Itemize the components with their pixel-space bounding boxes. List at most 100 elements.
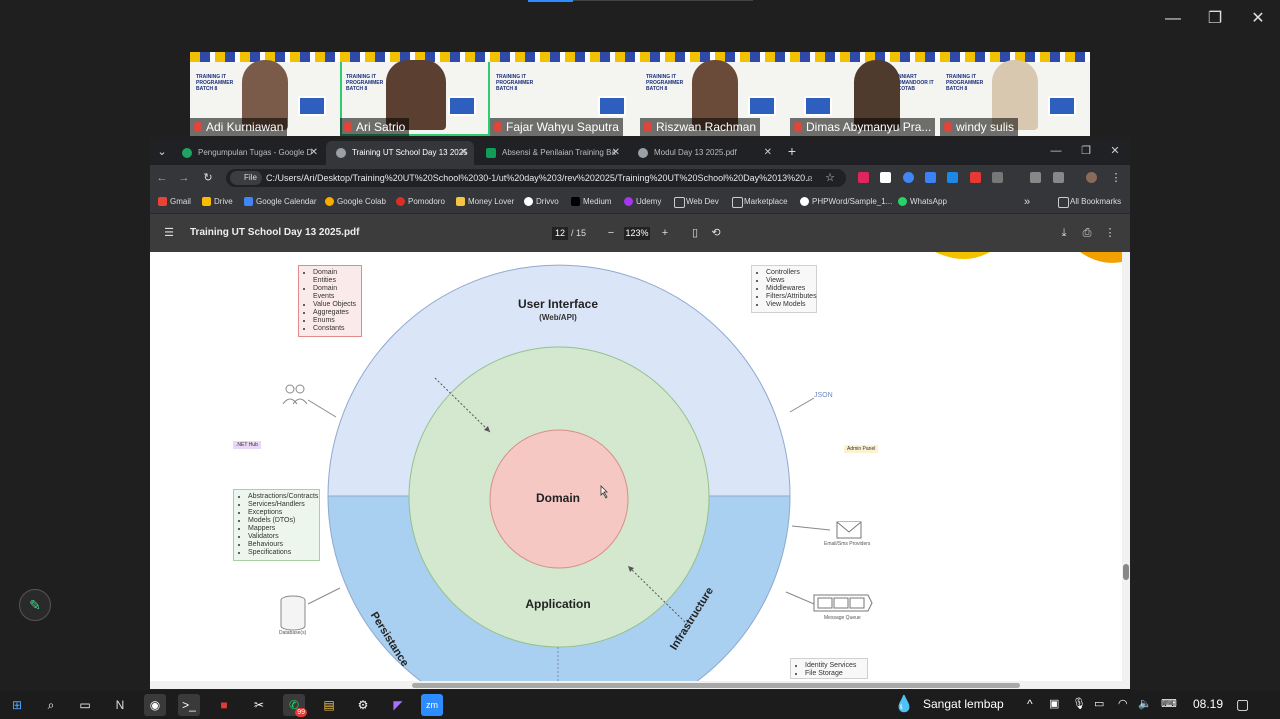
address-bar[interactable]: File C:/Users/Ari/Desktop/Training%20UT%… bbox=[226, 169, 846, 187]
database-label: Database(s) bbox=[279, 630, 307, 636]
participant-tile[interactable]: ONNIART KOMANDOOR IT BKOTAB Dimas Abyman… bbox=[790, 52, 940, 136]
bookmark-drive[interactable]: Drive bbox=[202, 191, 233, 213]
scroll-thumb[interactable] bbox=[1123, 564, 1129, 580]
tile-banner-text: ONNIART KOMANDOOR IT BKOTAB bbox=[894, 74, 934, 92]
sidebar-menu-icon[interactable]: ☰ bbox=[162, 226, 176, 240]
tab-modul-pdf[interactable]: Modul Day 13 2025.pdf ✕ bbox=[628, 141, 778, 165]
camera-icon[interactable]: ▣ bbox=[1049, 690, 1059, 719]
bookmark-medium[interactable]: Medium bbox=[571, 191, 611, 213]
rotate-icon[interactable]: ⟲ bbox=[709, 226, 723, 240]
settings-gear-icon[interactable]: ⚙ bbox=[352, 694, 374, 716]
forward-icon[interactable]: → bbox=[176, 170, 192, 186]
close-button[interactable]: ✕ bbox=[1243, 8, 1273, 30]
profile-avatar[interactable] bbox=[1086, 172, 1097, 183]
bookmark-google-calendar[interactable]: Google Calendar bbox=[244, 191, 316, 213]
zoom-magnifier-icon[interactable]: ⌕ bbox=[802, 170, 818, 186]
task-view-icon[interactable]: ▭ bbox=[74, 694, 96, 716]
windows-start-icon[interactable]: ⊞ bbox=[6, 694, 28, 716]
scroll-thumb[interactable] bbox=[412, 683, 1020, 688]
bookmarks-overflow-icon[interactable]: » bbox=[1024, 191, 1030, 213]
capcut-icon[interactable]: ✂ bbox=[248, 694, 270, 716]
side-panel-icon[interactable] bbox=[1053, 172, 1064, 183]
wifi-icon[interactable]: ◠ bbox=[1118, 690, 1128, 719]
tab-training-pdf[interactable]: Training UT School Day 13 2025 ✕ bbox=[326, 141, 474, 165]
close-tab-icon[interactable]: ✕ bbox=[310, 141, 318, 165]
translate-icon[interactable] bbox=[925, 172, 936, 183]
close-tab-icon[interactable]: ✕ bbox=[612, 141, 620, 165]
reload-icon[interactable]: ↻ bbox=[200, 170, 216, 186]
extension-icon[interactable] bbox=[880, 172, 891, 183]
bookmark-udemy[interactable]: Udemy bbox=[624, 191, 661, 213]
extension-icon[interactable] bbox=[947, 172, 958, 183]
page-number-input[interactable]: 12 bbox=[552, 227, 568, 240]
new-tab-button[interactable]: + bbox=[784, 143, 800, 159]
fit-page-icon[interactable]: ▯ bbox=[688, 226, 702, 240]
database-icon bbox=[280, 595, 306, 631]
terminal-icon[interactable]: >_ bbox=[178, 694, 200, 716]
participant-tile[interactable]: TRAINING IT PROGRAMMER BATCH 8 windy sul… bbox=[940, 52, 1090, 136]
visual-studio-icon[interactable]: ◤ bbox=[387, 694, 409, 716]
bookmark-folder-marketplace[interactable]: Marketplace bbox=[732, 191, 788, 213]
zoom-out-button[interactable]: − bbox=[604, 226, 618, 240]
weather-icon[interactable]: 💧 bbox=[894, 690, 914, 719]
bookmark-whatsapp[interactable]: WhatsApp bbox=[898, 191, 947, 213]
zoom-in-button[interactable]: + bbox=[658, 226, 672, 240]
pdf-page-canvas[interactable]: User Interface (Web/API) Domain Applicat… bbox=[150, 252, 1130, 689]
zoom-taskbar-icon[interactable]: zm bbox=[421, 694, 443, 716]
bookmark-google-colab[interactable]: Google Colab bbox=[325, 191, 386, 213]
close-tab-icon[interactable]: ✕ bbox=[764, 141, 772, 165]
pocket-icon[interactable] bbox=[858, 172, 869, 183]
bookmark-star-icon[interactable]: ☆ bbox=[822, 170, 838, 186]
site-info-chip[interactable]: File bbox=[230, 171, 262, 185]
participant-tile[interactable]: TRAINING IT PROGRAMMER BATCH 8 Fajar Wah… bbox=[490, 52, 640, 136]
notification-center-icon[interactable]: ▢ bbox=[1236, 690, 1249, 719]
restore-button[interactable]: ❐ bbox=[1200, 8, 1230, 30]
bookmark-gmail[interactable]: Gmail bbox=[158, 191, 191, 213]
all-bookmarks-button[interactable]: All Bookmarks bbox=[1058, 191, 1121, 213]
vertical-scrollbar[interactable] bbox=[1122, 252, 1130, 689]
bookmark-folder-web-dev[interactable]: Web Dev bbox=[674, 191, 719, 213]
clock-time[interactable]: 08.19 bbox=[1193, 690, 1223, 719]
browser-close-button[interactable]: ✕ bbox=[1107, 143, 1123, 159]
extension-icon[interactable] bbox=[970, 172, 981, 183]
bookmark-pomodoro[interactable]: Pomodoro bbox=[396, 191, 445, 213]
search-icon[interactable]: ⌕ bbox=[40, 694, 62, 716]
notion-icon[interactable]: N bbox=[109, 694, 131, 716]
download-icon[interactable]: ⤓ bbox=[1057, 226, 1071, 240]
tray-overflow-icon[interactable]: ^ bbox=[1027, 690, 1033, 719]
note-item: Value Objects bbox=[313, 301, 357, 309]
participant-tile-active-speaker[interactable]: TRAINING IT PROGRAMMER BATCH 8 Ari Satri… bbox=[340, 52, 490, 136]
puzzle-icon[interactable] bbox=[992, 172, 1003, 183]
tab-absensi[interactable]: Absensi & Penilaian Training Ba ✕ bbox=[476, 141, 626, 165]
menu-dots-icon[interactable]: ⋮ bbox=[1108, 170, 1124, 186]
zoom-level-input[interactable]: 123% bbox=[624, 227, 650, 240]
whatsapp-taskbar-icon[interactable]: ✆ 99 bbox=[283, 694, 307, 717]
more-options-icon[interactable]: ⋮ bbox=[1103, 226, 1117, 240]
horizontal-scrollbar[interactable] bbox=[150, 681, 1122, 689]
keyboard-icon[interactable]: ⌨ bbox=[1161, 690, 1177, 719]
tab-pengumpulan-tugas[interactable]: Pengumpulan Tugas - Google D ✕ bbox=[172, 141, 324, 165]
back-icon[interactable]: ← bbox=[154, 170, 170, 186]
tab-search-icon[interactable]: ⌄ bbox=[154, 144, 170, 160]
bookmark-phpword[interactable]: PHPWord/Sample_1... bbox=[800, 191, 892, 213]
obs-icon[interactable]: ◉ bbox=[144, 694, 166, 716]
minimize-button[interactable]: — bbox=[1158, 8, 1188, 30]
browser-restore-button[interactable]: ❐ bbox=[1078, 143, 1094, 159]
battery-icon[interactable]: ▭ bbox=[1094, 690, 1104, 719]
volume-icon[interactable]: 🔈 bbox=[1138, 690, 1152, 719]
participant-tile[interactable]: TRAINING IT PROGRAMMER BATCH 8 Riszwan R… bbox=[640, 52, 790, 136]
password-key-icon[interactable] bbox=[1030, 172, 1041, 183]
weather-text[interactable]: Sangat lembap bbox=[923, 690, 1004, 719]
print-icon[interactable]: ⎙ bbox=[1080, 226, 1094, 240]
note-item: File Storage bbox=[805, 670, 863, 678]
microphone-icon[interactable]: 🎙 bbox=[1072, 690, 1086, 719]
file-explorer-icon[interactable]: ▤ bbox=[318, 694, 340, 716]
annotate-pencil-button[interactable]: ✎ bbox=[19, 589, 51, 621]
browser-minimize-button[interactable]: — bbox=[1048, 143, 1064, 159]
participant-tile[interactable]: TRAINING IT PROGRAMMER BATCH 8 Adi Kurni… bbox=[190, 52, 340, 136]
bookmark-money-lover[interactable]: Money Lover bbox=[456, 191, 514, 213]
chrome-extension-icon[interactable] bbox=[903, 172, 914, 183]
close-tab-icon[interactable]: ✕ bbox=[460, 141, 468, 165]
red-app-icon[interactable]: ■ bbox=[213, 694, 235, 716]
bookmark-drivvo[interactable]: Drivvo bbox=[524, 191, 559, 213]
